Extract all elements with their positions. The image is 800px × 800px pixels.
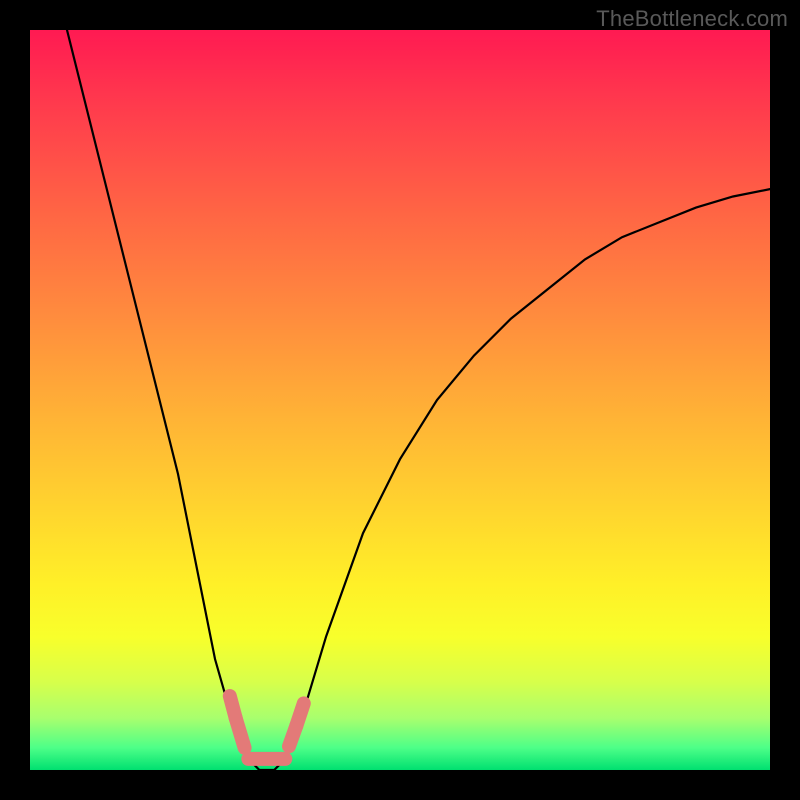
bottleneck-curve bbox=[67, 30, 770, 770]
outer-frame: TheBottleneck.com bbox=[0, 0, 800, 800]
marker-group bbox=[230, 696, 304, 759]
chart-svg bbox=[30, 30, 770, 770]
watermark-text: TheBottleneck.com bbox=[596, 6, 788, 32]
segment-right-upper bbox=[296, 703, 303, 725]
plot-area bbox=[30, 30, 770, 770]
segment-left-lower bbox=[236, 718, 245, 748]
